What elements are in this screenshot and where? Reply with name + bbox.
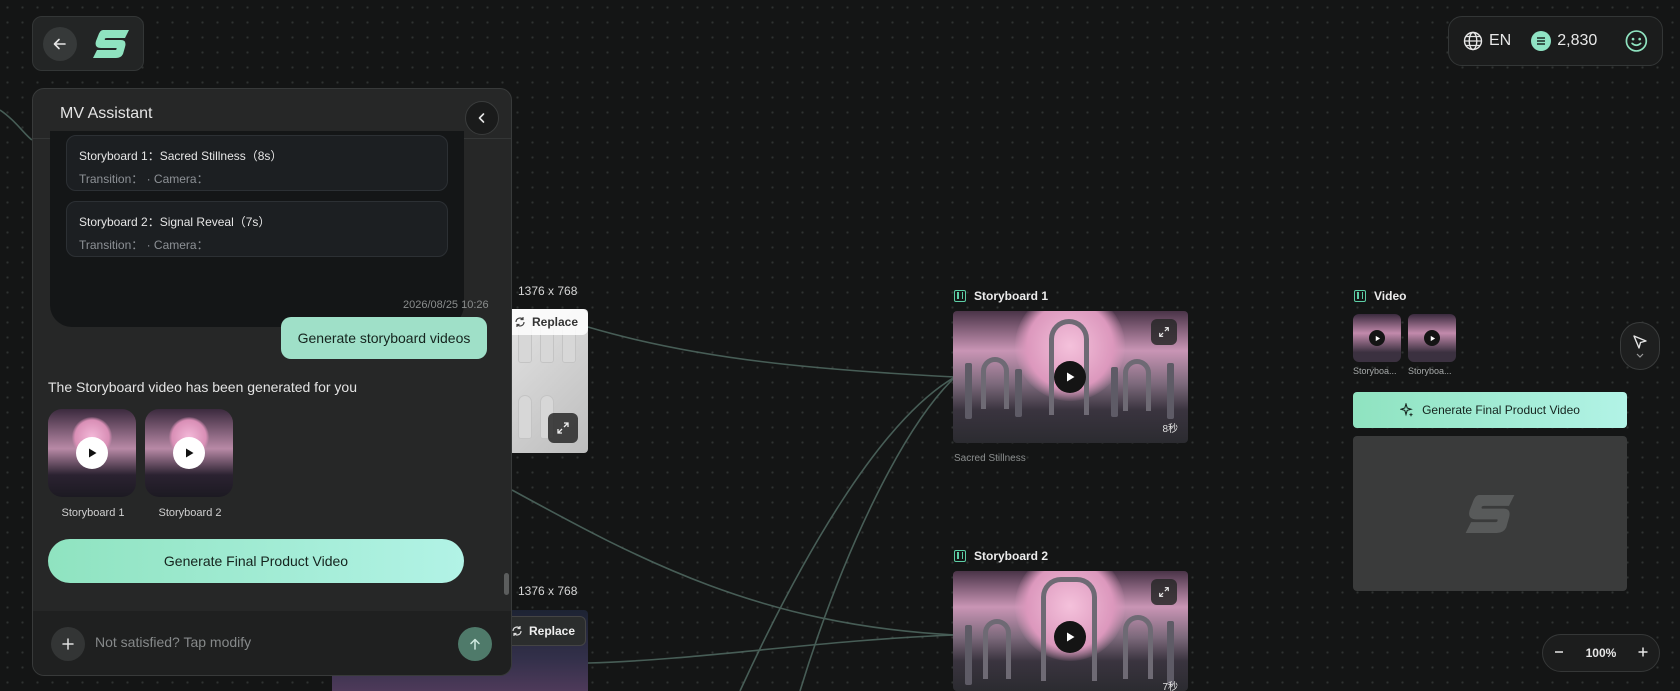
storyboard-list: Storyboard 1：Sacred Stillness（8s） Transi… (50, 131, 464, 327)
smiley-icon[interactable] (1625, 29, 1648, 53)
expand-button[interactable] (1151, 579, 1177, 605)
storyboard-item-title: Storyboard 2：Signal Reveal（7s） (79, 215, 271, 229)
brand-logo[interactable] (91, 27, 131, 61)
minus-icon (1555, 650, 1564, 653)
result-thumbnail[interactable]: Storyboard 2 (145, 409, 235, 519)
add-attachment-button[interactable] (51, 627, 85, 661)
cursor-icon (1633, 334, 1647, 349)
video-thumbnail (1408, 314, 1456, 362)
chat-input-row: Not satisfied? Tap modify (33, 611, 511, 675)
expand-icon (1159, 587, 1169, 597)
video-node-thumb[interactable]: Storyboa... (1408, 314, 1456, 376)
pointer-tool-button[interactable] (1620, 322, 1660, 370)
video-node-thumb-label: Storyboa... (1408, 366, 1452, 376)
chat-input[interactable]: Not satisfied? Tap modify (95, 634, 251, 650)
language-switcher[interactable]: EN (1463, 31, 1511, 51)
video-node-title: Video (1374, 289, 1407, 303)
wire (587, 634, 956, 664)
storyboard-node-header: Storyboard 1 (954, 289, 1048, 303)
brand-logo (1465, 494, 1515, 533)
credits-count: 2,830 (1557, 32, 1598, 49)
storyboard-item[interactable]: Storyboard 2：Signal Reveal（7s） Transitio… (66, 201, 448, 257)
language-label: EN (1489, 32, 1512, 49)
wire (739, 376, 956, 691)
zoom-out-button[interactable] (1553, 646, 1565, 661)
message-timestamp: 2026/08/25 10:26 (403, 299, 489, 311)
replace-label: Replace (532, 315, 579, 329)
result-thumbnail-label: Storyboard 1 (61, 507, 125, 519)
replace-icon (512, 626, 522, 636)
chevron-left-icon (478, 113, 485, 123)
zoom-level: 100% (1585, 646, 1617, 660)
chat-panel: MV Assistant Storyboard 1：Sacred Stillne… (32, 88, 512, 676)
video-thumbnail (1353, 314, 1401, 362)
expand-icon (1159, 327, 1169, 337)
arrow-up-icon (470, 638, 480, 650)
expand-icon (557, 422, 569, 434)
final-video-placeholder (1353, 436, 1627, 591)
storyboard-item-detail: Transition： · Camera： (79, 172, 209, 186)
play-icon (1424, 330, 1440, 346)
plus-icon (1638, 647, 1648, 656)
sparkle-icon (1400, 403, 1414, 417)
film-icon (954, 290, 966, 302)
video-node-thumb-label: Storyboa... (1353, 366, 1397, 376)
play-icon (76, 437, 108, 469)
play-icon (173, 437, 205, 469)
video-duration: 8秒 (1162, 424, 1178, 435)
play-button[interactable] (1054, 361, 1086, 393)
generate-final-video-button[interactable]: Generate Final Product Video (48, 539, 464, 583)
plus-icon (62, 638, 74, 650)
storyboard-video[interactable]: 8秒 (953, 311, 1188, 443)
storyboard-item[interactable]: Storyboard 1：Sacred Stillness（8s） Transi… (66, 135, 448, 191)
image-node-dimensions: 1376 x 768 (518, 584, 578, 598)
top-left-toolbar (32, 16, 144, 71)
storyboard-video[interactable]: 7秒 (953, 571, 1188, 691)
credits-display[interactable]: 2,830 (1531, 31, 1597, 51)
collapse-panel-button[interactable] (465, 101, 499, 135)
result-thumbnail-label: Storyboard 2 (158, 507, 222, 519)
video-node-header: Video (1354, 289, 1406, 303)
globe-icon (1463, 31, 1483, 51)
storyboard-item-detail: Transition： · Camera： (79, 238, 209, 252)
replace-button[interactable]: Replace (500, 616, 587, 646)
scrollbar[interactable] (504, 573, 509, 595)
film-icon (954, 550, 966, 562)
video-thumbnail (48, 409, 136, 497)
video-node-thumb[interactable]: Storyboa... (1353, 314, 1401, 376)
generate-final-video-node-label: Generate Final Product Video (1422, 403, 1580, 417)
image-node-dimensions: 1376 x 768 (518, 284, 578, 298)
wire (0, 109, 33, 141)
wire (587, 326, 956, 378)
play-icon (1369, 330, 1385, 346)
replace-icon (515, 317, 525, 327)
replace-button[interactable]: Replace (504, 309, 588, 335)
film-icon (1354, 290, 1366, 302)
result-thumbnail[interactable]: Storyboard 1 (48, 409, 138, 519)
video-thumbnail (145, 409, 233, 497)
zoom-control: 100% (1542, 634, 1660, 672)
storyboard-node-title: Storyboard 2 (974, 549, 1049, 563)
send-button[interactable] (458, 627, 492, 661)
storyboard-caption: Sacred Stillness (954, 453, 1026, 464)
storyboard-node-title: Storyboard 1 (974, 289, 1049, 303)
chevron-down-icon (1636, 353, 1644, 358)
play-button[interactable] (1054, 621, 1086, 653)
storyboard-node-header: Storyboard 2 (954, 549, 1048, 563)
assistant-message: The Storyboard video has been generated … (48, 379, 357, 395)
coin-icon (1531, 31, 1552, 51)
user-message: Generate storyboard videos (281, 317, 487, 359)
video-duration: 7秒 (1162, 682, 1178, 691)
replace-label: Replace (529, 624, 576, 638)
expand-button[interactable] (548, 413, 578, 443)
back-button[interactable] (43, 27, 77, 61)
chat-title: MV Assistant (60, 105, 153, 122)
generate-final-video-node-button[interactable]: Generate Final Product Video (1353, 392, 1627, 428)
zoom-in-button[interactable] (1637, 646, 1649, 661)
top-right-toolbar: EN 2,830 (1448, 16, 1663, 66)
expand-button[interactable] (1151, 319, 1177, 345)
storyboard-item-title: Storyboard 1：Sacred Stillness（8s） (79, 149, 283, 163)
arrow-left-icon (53, 38, 66, 50)
